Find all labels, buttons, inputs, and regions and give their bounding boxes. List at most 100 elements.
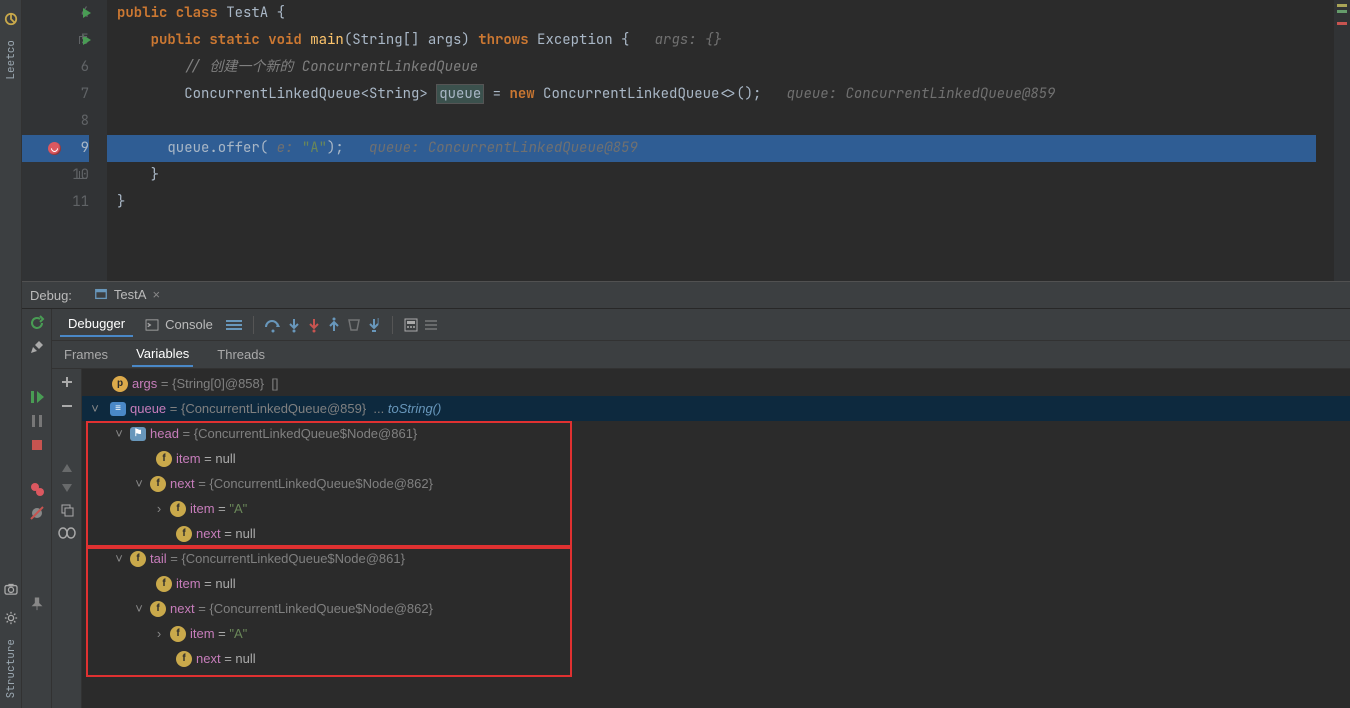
- fold-icon[interactable]: [79, 171, 87, 179]
- var-row-head[interactable]: ˅⚑ head = {ConcurrentLinkedQueue$Node@86…: [82, 421, 1350, 446]
- expand-icon[interactable]: ˅: [132, 601, 146, 616]
- inline-hint: queue: ConcurrentLinkedQueue@859: [787, 85, 1056, 103]
- frames-subtab[interactable]: Frames: [60, 343, 112, 366]
- leetcode-icon[interactable]: [4, 12, 18, 26]
- var-row-item[interactable]: ›f item = "A": [82, 621, 1350, 646]
- copy-icon[interactable]: [60, 503, 74, 517]
- expand-icon[interactable]: ›: [152, 501, 166, 516]
- evaluate-icon[interactable]: [403, 317, 419, 333]
- debug-label: Debug:: [30, 288, 72, 303]
- pause-icon[interactable]: [29, 413, 45, 429]
- param-badge-icon: p: [112, 376, 128, 392]
- threads-subtab[interactable]: Threads: [213, 343, 269, 366]
- camera-icon[interactable]: [4, 583, 18, 595]
- structure-tab[interactable]: Structure: [4, 639, 18, 698]
- view-breakpoints-icon[interactable]: [29, 481, 45, 497]
- param-hint: e:: [268, 139, 302, 157]
- var-row-next[interactable]: f next = null: [82, 521, 1350, 546]
- tostring-link[interactable]: toString(): [388, 401, 441, 416]
- debug-stepping-toolbar: Debugger Console I: [52, 309, 1350, 341]
- code-variable: queue: [436, 84, 484, 104]
- editor-scrollbar[interactable]: [1334, 0, 1350, 281]
- debug-subtabs: Frames Variables Threads: [52, 341, 1350, 369]
- remove-watch-icon[interactable]: [60, 399, 74, 413]
- field-badge-icon: f: [176, 651, 192, 667]
- force-step-into-icon[interactable]: [306, 317, 322, 333]
- line-number: 8: [22, 108, 89, 135]
- var-row-item[interactable]: ›f item = "A": [82, 496, 1350, 521]
- expand-icon[interactable]: ˅: [132, 476, 146, 491]
- rerun-icon[interactable]: [29, 315, 45, 331]
- var-row-item[interactable]: f item = null: [82, 446, 1350, 471]
- pin-icon[interactable]: [30, 597, 44, 611]
- field-badge-icon: f: [170, 626, 186, 642]
- breakpoint-icon[interactable]: [48, 142, 61, 155]
- line-number: 10: [22, 162, 89, 189]
- step-into-icon[interactable]: [286, 317, 302, 333]
- field-badge-icon: f: [156, 576, 172, 592]
- expand-icon[interactable]: ˅: [88, 401, 102, 416]
- debug-panel: Debugger Console I Frames Variab: [22, 309, 1350, 708]
- run-to-cursor-icon[interactable]: I: [366, 317, 382, 333]
- variables-toolbar: [52, 369, 82, 708]
- field-badge-icon: f: [150, 601, 166, 617]
- run-gutter-icon[interactable]: [83, 8, 91, 18]
- editor-gutter[interactable]: 4 5 6 7 8 9 10 11: [22, 0, 107, 281]
- field-badge-icon: ⚑: [130, 427, 146, 441]
- resume-icon[interactable]: [29, 389, 45, 405]
- debugger-tab[interactable]: Debugger: [60, 312, 133, 337]
- console-icon: [145, 319, 159, 331]
- step-over-icon[interactable]: [264, 317, 282, 333]
- field-badge-icon: f: [176, 526, 192, 542]
- line-number: 11: [22, 189, 89, 216]
- stop-icon[interactable]: [29, 437, 45, 453]
- svg-text:I: I: [377, 317, 379, 326]
- expand-icon[interactable]: ˅: [112, 426, 126, 441]
- var-row-item[interactable]: f item = null: [82, 571, 1350, 596]
- threads-icon[interactable]: [225, 318, 243, 332]
- line-number: 4: [22, 0, 89, 27]
- line-number: 6: [22, 54, 89, 81]
- modify-run-icon[interactable]: [29, 339, 45, 355]
- line-number: 9: [22, 135, 89, 162]
- left-tool-strip[interactable]: Leetco Structure: [0, 0, 22, 708]
- field-badge-icon: f: [150, 476, 166, 492]
- code-method: main: [310, 31, 344, 49]
- step-out-icon[interactable]: [326, 317, 342, 333]
- fold-icon[interactable]: [79, 36, 87, 44]
- field-badge-icon: f: [170, 501, 186, 517]
- var-row-next[interactable]: ˅f next = {ConcurrentLinkedQueue$Node@86…: [82, 596, 1350, 621]
- code-comment: // 创建一个新的 ConcurrentLinkedQueue: [184, 58, 478, 76]
- var-row-queue[interactable]: ˅≡ queue = {ConcurrentLinkedQueue@859} .…: [82, 396, 1350, 421]
- move-up-icon[interactable]: [61, 463, 73, 473]
- move-down-icon[interactable]: [61, 483, 73, 493]
- code-area[interactable]: public class TestA { public static void …: [107, 0, 1334, 281]
- line-number: 5: [22, 27, 89, 54]
- debug-config-tab[interactable]: TestA ×: [86, 283, 168, 308]
- debug-toolwindow-header[interactable]: Debug: TestA ×: [22, 281, 1350, 309]
- settings-icon[interactable]: [4, 611, 18, 625]
- object-badge-icon: ≡: [110, 402, 126, 416]
- line-number: 7: [22, 81, 89, 108]
- add-watch-icon[interactable]: [60, 375, 74, 389]
- expand-icon[interactable]: ˅: [112, 551, 126, 566]
- mute-breakpoints-icon[interactable]: [29, 505, 45, 521]
- var-row-args[interactable]: p args = {String[0]@858} []: [82, 371, 1350, 396]
- code-editor[interactable]: 4 5 6 7 8 9 10 11 public class TestA { p…: [22, 0, 1350, 281]
- run-config-icon: [94, 287, 108, 301]
- code-keywords: public static void: [151, 31, 302, 49]
- close-tab-icon[interactable]: ×: [152, 287, 160, 302]
- inline-hint: queue: ConcurrentLinkedQueue@859: [369, 139, 638, 157]
- trace-current-icon[interactable]: [423, 317, 439, 333]
- console-tab[interactable]: Console: [137, 313, 221, 336]
- var-row-next[interactable]: ˅f next = {ConcurrentLinkedQueue$Node@86…: [82, 471, 1350, 496]
- field-badge-icon: f: [156, 451, 172, 467]
- var-row-next[interactable]: f next = null: [82, 646, 1350, 671]
- var-row-tail[interactable]: ˅f tail = {ConcurrentLinkedQueue$Node@86…: [82, 546, 1350, 571]
- variables-subtab[interactable]: Variables: [132, 342, 193, 367]
- leetco-tab[interactable]: Leetco: [4, 40, 18, 80]
- variables-tree[interactable]: p args = {String[0]@858} [] ˅≡ queue = {…: [82, 369, 1350, 708]
- expand-icon[interactable]: ›: [152, 626, 166, 641]
- show-watches-icon[interactable]: [58, 527, 76, 539]
- drop-frame-icon[interactable]: [346, 317, 362, 333]
